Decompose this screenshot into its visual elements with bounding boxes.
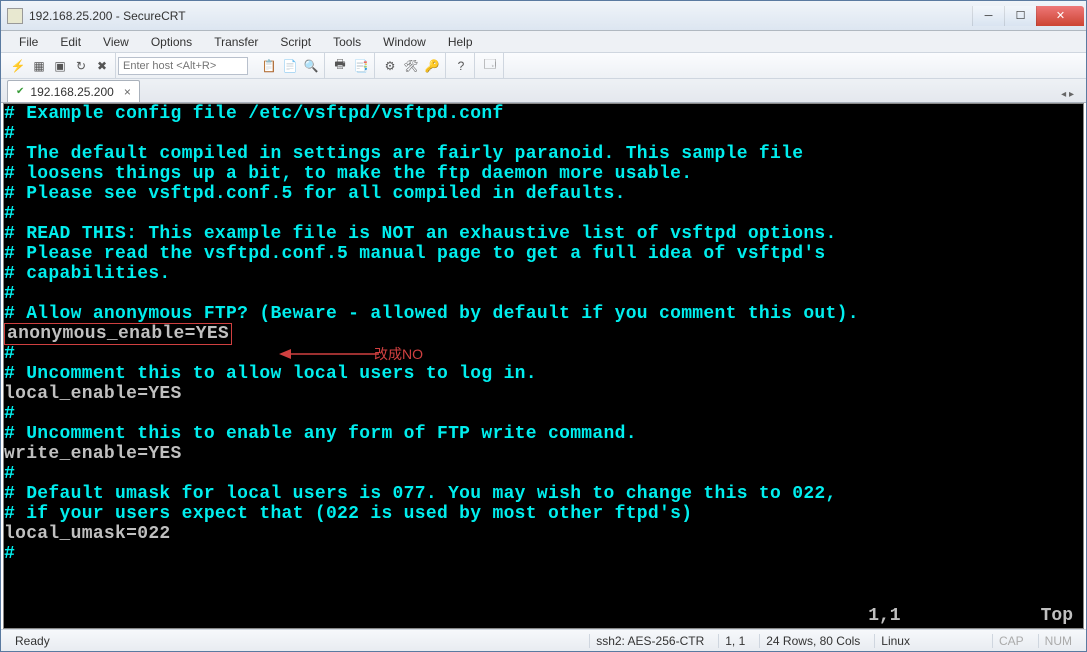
highlighted-line: anonymous_enable=YES xyxy=(4,323,232,345)
reconnect-icon[interactable]: ↻ xyxy=(72,57,90,75)
connect-icon[interactable]: ▦ xyxy=(30,57,48,75)
status-num: NUM xyxy=(1038,634,1078,648)
key-icon[interactable]: 🔑 xyxy=(423,57,441,75)
tools-icon[interactable]: 🛠 xyxy=(402,57,420,75)
title-bar[interactable]: 192.168.25.200 - SecureCRT ─ ☐ ✕ xyxy=(1,1,1086,31)
window-title: 192.168.25.200 - SecureCRT xyxy=(29,9,972,23)
copy-icon[interactable]: 📋 xyxy=(260,57,278,75)
session-tab[interactable]: ✔ 192.168.25.200 × xyxy=(7,80,140,102)
status-cursor: 1, 1 xyxy=(718,634,751,648)
help-icon[interactable]: ? xyxy=(452,57,470,75)
vim-cursor-pos: 1,1 xyxy=(868,606,900,628)
menu-tools[interactable]: Tools xyxy=(323,33,371,51)
status-cipher: ssh2: AES-256-CTR xyxy=(589,634,710,648)
status-dot-icon: ✔ xyxy=(16,86,24,97)
app-window: 192.168.25.200 - SecureCRT ─ ☐ ✕ File Ed… xyxy=(0,0,1087,652)
tab-label: 192.168.25.200 xyxy=(30,85,113,99)
status-bar: Ready ssh2: AES-256-CTR 1, 1 24 Rows, 80… xyxy=(1,629,1086,651)
toolbar: ⚡ ▦ ▣ ↻ ✖ 📋 📄 🔍 🖶 📑 ⚙ 🛠 🔑 ? 🗔 xyxy=(1,53,1086,79)
terminal[interactable]: # Example config file /etc/vsftpd/vsftpd… xyxy=(3,103,1084,629)
disconnect-icon[interactable]: ▣ xyxy=(51,57,69,75)
print-icon[interactable]: 🖶 xyxy=(331,57,349,75)
log-icon[interactable]: 📑 xyxy=(352,57,370,75)
status-emulation: Linux xyxy=(874,634,916,648)
status-size: 24 Rows, 80 Cols xyxy=(759,634,866,648)
find-icon[interactable]: 🔍 xyxy=(302,57,320,75)
status-ready: Ready xyxy=(9,634,581,648)
tab-close-icon[interactable]: × xyxy=(124,85,131,99)
quick-connect-icon[interactable]: ⚡ xyxy=(9,57,27,75)
app-icon xyxy=(7,8,23,24)
menu-options[interactable]: Options xyxy=(141,33,202,51)
menu-transfer[interactable]: Transfer xyxy=(204,33,268,51)
sessions-icon[interactable]: 🗔 xyxy=(481,57,499,75)
close-button[interactable]: ✕ xyxy=(1036,6,1084,26)
tab-strip: ✔ 192.168.25.200 × ◂ ▸ xyxy=(1,79,1086,103)
status-cap: CAP xyxy=(992,634,1030,648)
terminal-content: # Example config file /etc/vsftpd/vsftpd… xyxy=(4,104,1083,564)
window-controls: ─ ☐ ✕ xyxy=(972,6,1084,26)
paste-icon[interactable]: 📄 xyxy=(281,57,299,75)
menu-script[interactable]: Script xyxy=(270,33,321,51)
menu-bar: File Edit View Options Transfer Script T… xyxy=(1,31,1086,53)
host-input[interactable] xyxy=(118,57,248,75)
menu-edit[interactable]: Edit xyxy=(50,33,91,51)
cancel-icon[interactable]: ✖ xyxy=(93,57,111,75)
menu-file[interactable]: File xyxy=(9,33,48,51)
vim-status-line: 1,1 Top xyxy=(4,606,1083,628)
maximize-button[interactable]: ☐ xyxy=(1004,6,1036,26)
minimize-button[interactable]: ─ xyxy=(972,6,1004,26)
tab-menu-icon[interactable]: ◂ ▸ xyxy=(1059,87,1076,102)
options-icon[interactable]: ⚙ xyxy=(381,57,399,75)
menu-view[interactable]: View xyxy=(93,33,139,51)
vim-scroll-pos: Top xyxy=(1041,606,1073,628)
menu-window[interactable]: Window xyxy=(373,33,436,51)
menu-help[interactable]: Help xyxy=(438,33,483,51)
